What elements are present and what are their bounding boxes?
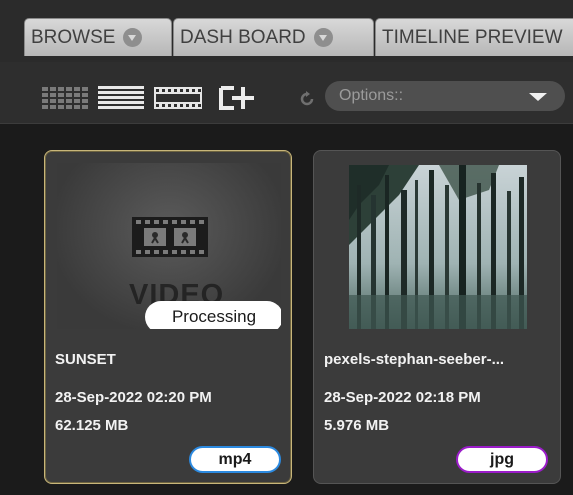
options-label: Options:: [339,87,404,104]
tab-bar: BROWSE DASH BOARD TIMELINE PREVIEW [0,0,573,62]
file-date: 28-Sep-2022 02:20 PM [55,389,212,406]
film-reel-icon [132,217,208,257]
processing-badge: Processing [145,301,281,329]
file-size: 5.976 MB [324,417,390,434]
media-card-pexels[interactable]: pexels-stephan-seeber-... 28-Sep-2022 02… [313,150,561,484]
tab-browse-label: BROWSE [31,26,116,48]
tab-timeline-preview[interactable]: TIMELINE PREVIEW [375,18,573,56]
chevron-down-icon[interactable] [123,28,143,47]
refresh-icon[interactable] [298,90,316,108]
forest-image [349,165,527,329]
chevron-down-icon [529,93,547,101]
file-name: pexels-stephan-seeber-... [324,351,505,368]
tab-dashboard-label: DASH BOARD [180,26,306,48]
tab-dashboard[interactable]: DASH BOARD [173,18,374,56]
file-type-badge: jpg [456,446,548,473]
file-date: 28-Sep-2022 02:18 PM [324,389,481,406]
chevron-down-icon[interactable] [313,28,333,47]
video-thumbnail: VIDEO Processing [57,163,281,329]
image-thumbnail [326,163,550,329]
add-media-icon[interactable] [218,85,256,111]
options-dropdown[interactable]: Options:: [325,81,565,111]
tab-browse[interactable]: BROWSE [24,18,172,56]
file-type-badge: mp4 [189,446,281,473]
grid-view-icon[interactable] [42,87,88,109]
file-name: SUNSET [55,351,116,368]
tab-timeline-preview-label: TIMELINE PREVIEW [382,26,563,48]
file-size: 62.125 MB [55,417,129,434]
list-view-icon[interactable] [98,86,144,110]
media-card-sunset[interactable]: VIDEO Processing SUNSET 28-Sep-2022 02:2… [44,150,292,484]
filmstrip-view-icon[interactable] [154,87,202,109]
